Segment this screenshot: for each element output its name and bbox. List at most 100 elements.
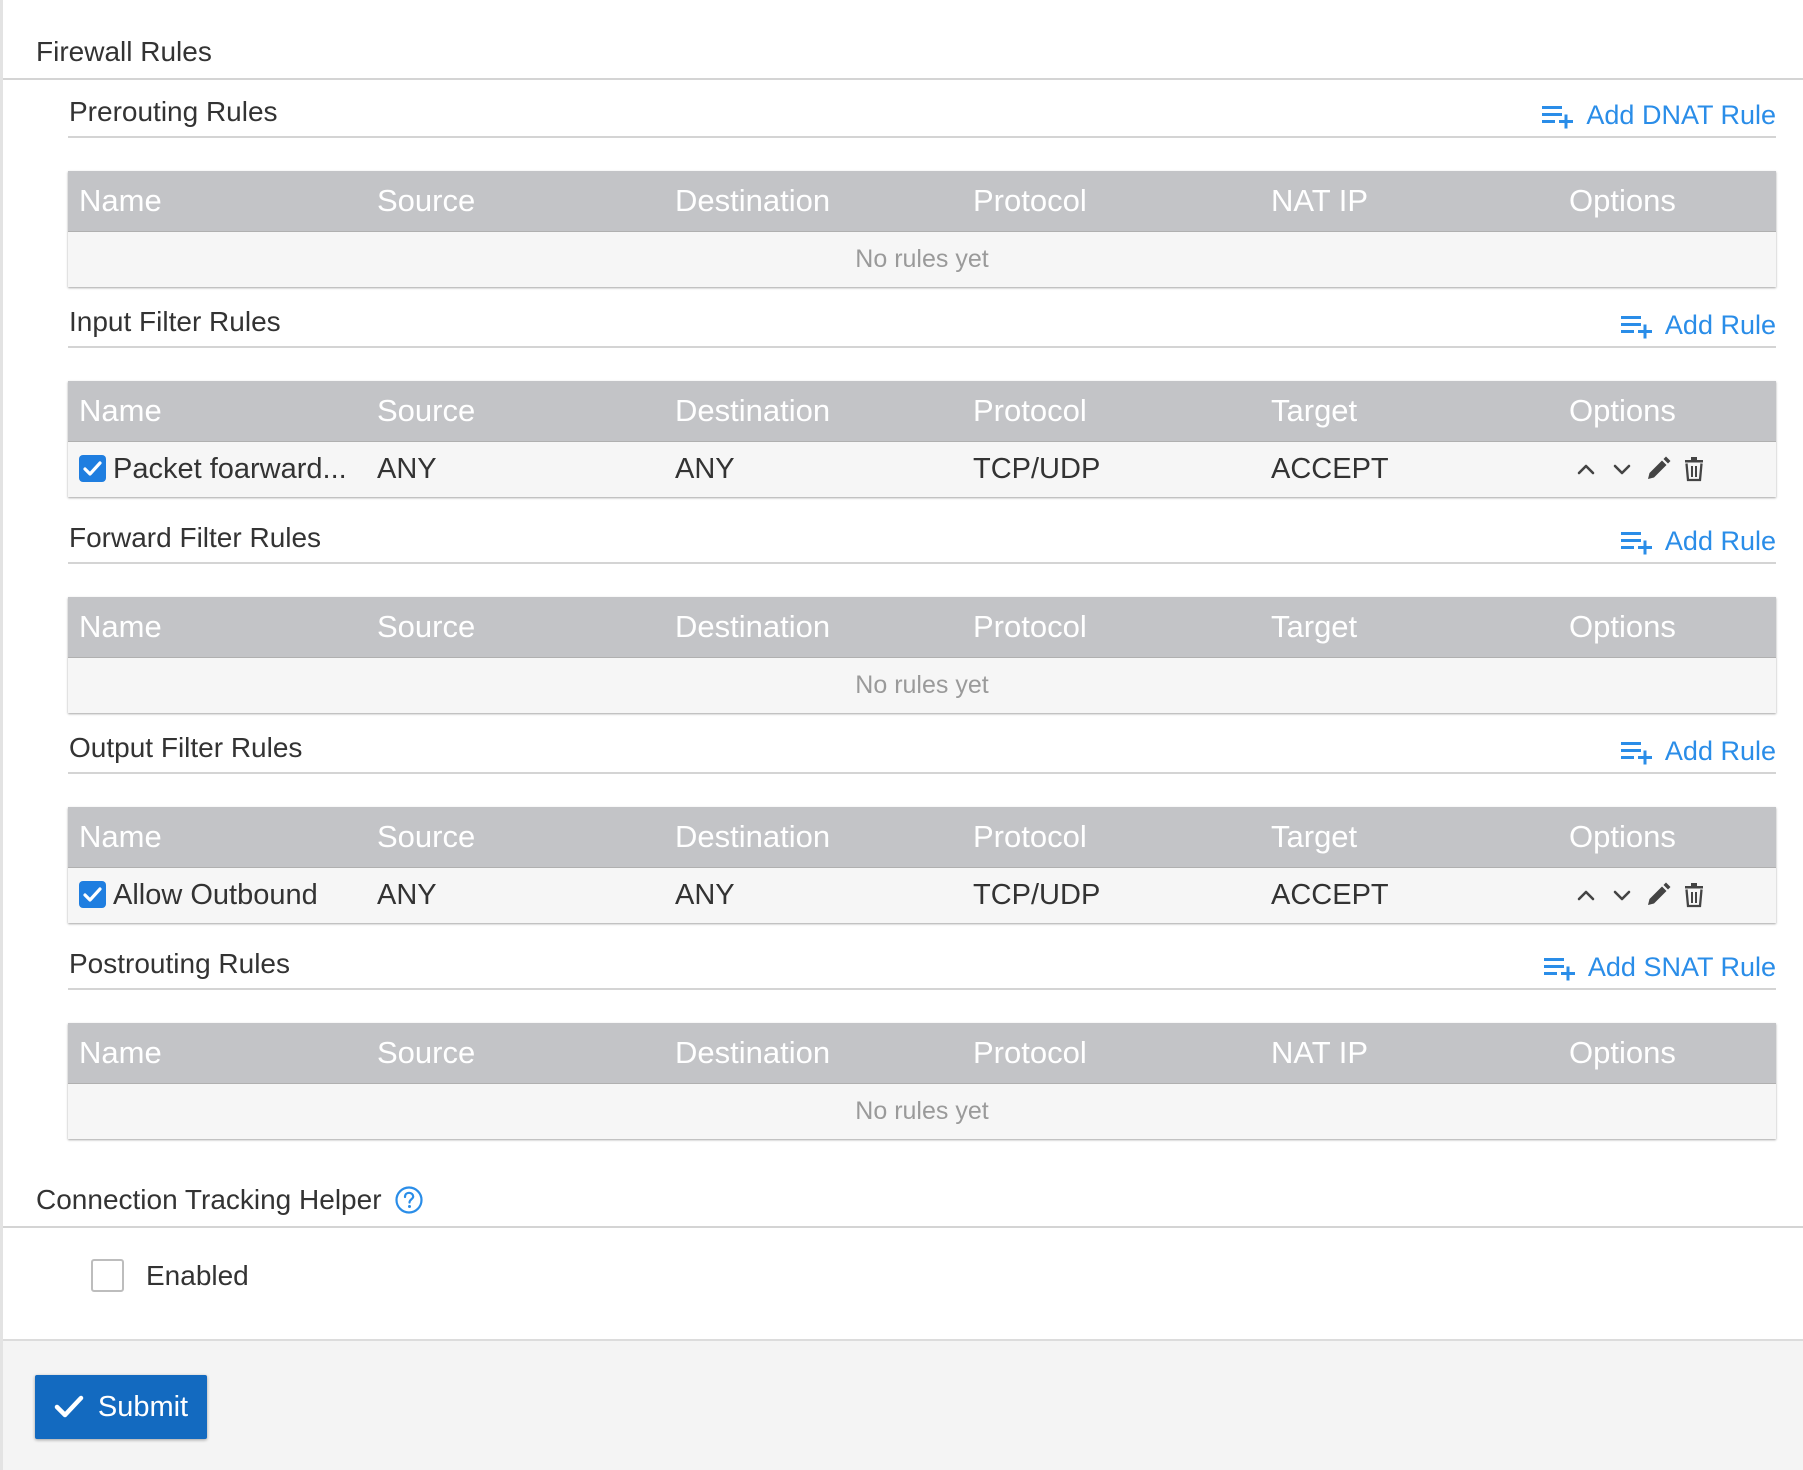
column-header: Source: [366, 597, 664, 657]
empty-row: No rules yet: [68, 1082, 1776, 1139]
delete-trash-icon[interactable]: [1681, 882, 1707, 908]
column-header: NAT IP: [1260, 1023, 1558, 1083]
column-header: Source: [366, 171, 664, 231]
column-header: Destination: [664, 807, 962, 867]
section-header: Forward Filter Rules Add Rule: [68, 522, 1776, 564]
empty-message: No rules yet: [68, 1082, 1776, 1139]
column-header: Target: [1260, 597, 1558, 657]
input-filter-section: Input Filter Rules Add Rule Name Source …: [68, 306, 1776, 497]
column-header: Protocol: [962, 1023, 1260, 1083]
postrouting-table: Name Source Destination Protocol NAT IP …: [68, 1023, 1776, 1139]
column-header: Destination: [664, 381, 962, 441]
section-title: Forward Filter Rules: [69, 522, 322, 553]
forward-filter-section: Forward Filter Rules Add Rule Name Sourc…: [68, 522, 1776, 713]
rule-name: Allow Outbound: [113, 878, 318, 911]
empty-row: No rules yet: [68, 656, 1776, 713]
column-header: Name: [68, 1023, 366, 1083]
move-down-icon[interactable]: [1609, 456, 1635, 482]
column-header: Target: [1260, 807, 1558, 867]
output-filter-table: Name Source Destination Protocol Target …: [68, 807, 1776, 923]
playlist-add-icon: [1620, 531, 1652, 554]
column-header: Source: [366, 1023, 664, 1083]
column-header: Destination: [664, 597, 962, 657]
table-header-row: Name Source Destination Protocol NAT IP …: [68, 1023, 1776, 1083]
forward-filter-table: Name Source Destination Protocol Target …: [68, 597, 1776, 713]
output-filter-section: Output Filter Rules Add Rule Name Source…: [68, 732, 1776, 923]
rule-enabled-checkbox[interactable]: [79, 880, 106, 908]
column-header: Options: [1558, 807, 1776, 867]
rule-name: Packet foarward...: [113, 452, 347, 485]
table-header-row: Name Source Destination Protocol Target …: [68, 807, 1776, 867]
add-dnat-rule-button[interactable]: Add DNAT Rule: [1542, 100, 1776, 131]
conntrack-enabled-row: Enabled: [91, 1259, 249, 1292]
checkmark-icon: [83, 886, 102, 902]
move-up-icon[interactable]: [1573, 882, 1599, 908]
section-title: Postrouting Rules: [69, 948, 291, 979]
rule-source: ANY: [366, 866, 664, 923]
prerouting-table: Name Source Destination Protocol NAT IP …: [68, 171, 1776, 287]
column-header: Options: [1558, 597, 1776, 657]
column-header: Destination: [664, 171, 962, 231]
empty-row: No rules yet: [68, 230, 1776, 287]
move-up-icon[interactable]: [1573, 456, 1599, 482]
add-link-label: Add Rule: [1664, 736, 1776, 766]
column-header: Options: [1558, 1023, 1776, 1083]
add-link-label: Add Rule: [1664, 526, 1776, 556]
checkmark-icon: [54, 1395, 84, 1418]
checkmark-icon: [83, 460, 102, 476]
table-header-row: Name Source Destination Protocol NAT IP …: [68, 171, 1776, 231]
submit-button[interactable]: Submit: [35, 1375, 207, 1439]
rule-protocol: TCP/UDP: [962, 440, 1260, 497]
edit-pencil-icon[interactable]: [1645, 456, 1671, 482]
section-title: Output Filter Rules: [69, 732, 303, 763]
page-title: Firewall Rules: [36, 36, 212, 67]
column-header: Protocol: [962, 807, 1260, 867]
conntrack-divider: [3, 1226, 1803, 1228]
column-header: Name: [68, 807, 366, 867]
postrouting-section: Postrouting Rules Add SNAT Rule Name Sou…: [68, 948, 1776, 1139]
table-row: Allow Outbound ANY ANY TCP/UDP ACCEPT: [68, 866, 1776, 923]
firewall-page: Firewall Rules Prerouting Rules Add DNAT…: [0, 0, 1803, 1470]
move-down-icon[interactable]: [1609, 882, 1635, 908]
input-filter-table: Name Source Destination Protocol Target …: [68, 381, 1776, 497]
rule-target: ACCEPT: [1260, 866, 1558, 923]
column-header: Protocol: [962, 381, 1260, 441]
question-circle-icon[interactable]: [394, 1185, 424, 1215]
submit-label: Submit: [97, 1390, 189, 1423]
add-link-label: Add Rule: [1664, 310, 1776, 340]
form-footer: Submit: [3, 1339, 1803, 1470]
table-row: Packet foarward... ANY ANY TCP/UDP ACCEP…: [68, 440, 1776, 497]
edit-pencil-icon[interactable]: [1645, 882, 1671, 908]
column-header: Name: [68, 171, 366, 231]
rule-target: ACCEPT: [1260, 440, 1558, 497]
playlist-add-icon: [1543, 957, 1575, 980]
enabled-checkbox[interactable]: [91, 1259, 124, 1292]
column-header: Source: [366, 807, 664, 867]
rule-options: [1558, 866, 1776, 923]
delete-trash-icon[interactable]: [1681, 456, 1707, 482]
column-header: Options: [1558, 381, 1776, 441]
add-forward-rule-button[interactable]: Add Rule: [1620, 526, 1776, 557]
playlist-add-icon: [1620, 741, 1652, 764]
section-header: Output Filter Rules Add Rule: [68, 732, 1776, 774]
section-title: Input Filter Rules: [69, 306, 281, 337]
playlist-add-icon: [1542, 105, 1574, 128]
rule-destination: ANY: [664, 866, 962, 923]
rule-enabled-checkbox[interactable]: [79, 454, 106, 482]
rule-source: ANY: [366, 440, 664, 497]
add-output-rule-button[interactable]: Add Rule: [1620, 736, 1776, 767]
column-header: Source: [366, 381, 664, 441]
column-header: Protocol: [962, 597, 1260, 657]
column-header: Protocol: [962, 171, 1260, 231]
enabled-label: Enabled: [146, 1259, 249, 1291]
column-header: Target: [1260, 381, 1558, 441]
add-snat-rule-button[interactable]: Add SNAT Rule: [1543, 952, 1776, 983]
conntrack-title: Connection Tracking Helper: [36, 1184, 424, 1216]
conntrack-title-label: Connection Tracking Helper: [36, 1184, 382, 1215]
rule-name-cell: Packet foarward...: [68, 440, 366, 497]
rule-destination: ANY: [664, 440, 962, 497]
empty-message: No rules yet: [68, 230, 1776, 287]
column-header: Options: [1558, 171, 1776, 231]
column-header: NAT IP: [1260, 171, 1558, 231]
add-input-rule-button[interactable]: Add Rule: [1620, 310, 1776, 341]
